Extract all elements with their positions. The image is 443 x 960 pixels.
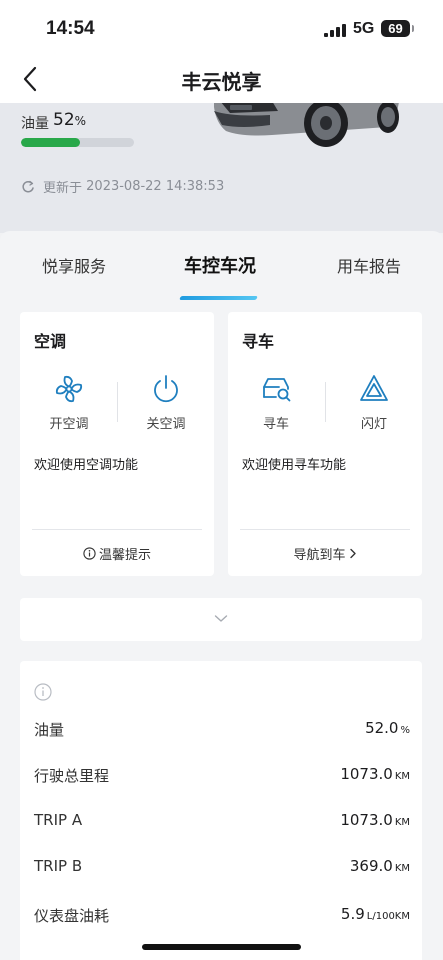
ac-off-button[interactable]: 关空调 <box>126 373 206 432</box>
info-icon[interactable] <box>34 683 52 701</box>
chevron-down-icon <box>214 615 228 622</box>
update-time: 2023-08-22 14:38:53 <box>86 179 225 194</box>
fuel-value: 52% <box>53 110 86 130</box>
status-bar: 14:54 5G 69 <box>0 0 443 56</box>
fuel-percent-unit: % <box>74 114 87 128</box>
status-time: 14:54 <box>46 18 95 39</box>
stat-number: 369.0 <box>349 857 393 875</box>
ac-card: 空调 开空调 关空调 欢迎使用空调功能 温馨提示 <box>20 312 214 576</box>
fan-icon <box>55 375 83 403</box>
ac-off-label: 关空调 <box>146 417 186 432</box>
stat-value: 1073.0 KM <box>340 811 410 829</box>
stat-value: 369.0 KM <box>350 857 410 875</box>
page-title: 丰云悦享 <box>181 70 262 94</box>
stat-unit: % <box>400 725 410 736</box>
stat-label: TRIP A <box>34 811 83 829</box>
update-status: 更新于 2023-08-22 14:38:53 <box>21 177 224 196</box>
info-icon <box>83 547 96 560</box>
tab-services[interactable]: 悦享服务 <box>42 253 106 277</box>
divider <box>117 382 118 422</box>
vehicle-stats-card: 油量 52.0% 行驶总里程 1073.0 KM TRIP A 1073.0 KM … <box>20 661 422 960</box>
stat-number: 5.9 <box>340 905 365 923</box>
stat-row-trip-b: TRIP B 369.0 KM <box>34 857 410 881</box>
update-prefix: 更新于 <box>43 181 83 196</box>
stat-row-trip-a: TRIP A 1073.0 KM <box>34 811 410 835</box>
hazard-icon <box>360 375 388 401</box>
fuel-label: 油量 <box>21 116 49 132</box>
divider <box>325 382 326 422</box>
divider <box>32 529 202 530</box>
stat-row-total-mileage: 行驶总里程 1073.0 KM <box>34 765 410 789</box>
nav-bar: 丰云悦享 <box>0 56 443 103</box>
stat-number: 1073.0 <box>340 765 393 783</box>
battery-icon: 69 <box>381 20 414 37</box>
stat-label: TRIP B <box>34 857 83 875</box>
fuel-progress-fill <box>21 138 80 147</box>
stat-label: 仪表盘油耗 <box>34 907 110 925</box>
signal-icon <box>324 24 346 37</box>
active-tab-indicator <box>179 296 258 300</box>
find-car-card: 寻车 寻车 闪灯 欢迎使用寻车功能 导航到车 <box>228 312 422 576</box>
ac-tips-label: 温馨提示 <box>98 548 151 563</box>
stat-value: 5.9 L/100KM <box>341 905 410 923</box>
stat-number: 52.0 <box>365 719 399 737</box>
chevron-right-icon <box>349 548 356 559</box>
stat-unit: KM <box>394 817 410 828</box>
ac-message: 欢迎使用空调功能 <box>34 458 139 473</box>
home-indicator[interactable] <box>142 944 301 950</box>
car-search-icon <box>263 378 291 402</box>
refresh-icon[interactable] <box>21 180 35 194</box>
network-type: 5G <box>353 20 375 37</box>
stat-value: 52.0% <box>365 719 410 737</box>
stat-row-fuel-consumption: 仪表盘油耗 5.9 L/100KM <box>34 905 410 929</box>
stat-label: 行驶总里程 <box>34 767 110 785</box>
navigate-to-car-link[interactable]: 导航到车 <box>228 544 422 563</box>
find-car-button[interactable]: 寻车 <box>236 373 316 432</box>
stat-number: 1073.0 <box>340 811 393 829</box>
ac-card-title: 空调 <box>34 332 67 351</box>
find-car-message: 欢迎使用寻车功能 <box>242 458 347 473</box>
power-icon <box>154 375 178 403</box>
stat-unit: L/100KM <box>366 911 410 922</box>
stat-row-fuel: 油量 52.0% <box>34 719 410 743</box>
find-car-card-title: 寻车 <box>242 332 275 351</box>
find-car-label: 寻车 <box>262 417 289 432</box>
navigate-to-car-label: 导航到车 <box>293 548 346 563</box>
stat-label: 油量 <box>34 721 65 739</box>
stat-value: 1073.0 KM <box>340 765 410 783</box>
flash-lights-button[interactable]: 闪灯 <box>334 373 414 432</box>
ac-on-button[interactable]: 开空调 <box>29 373 109 432</box>
tab-vehicle-control[interactable]: 车控车况 <box>184 252 256 278</box>
fuel-progress-bar <box>21 138 134 147</box>
expand-toggle[interactable] <box>20 598 422 641</box>
ac-on-label: 开空调 <box>49 417 89 432</box>
tab-bar: 悦享服务 车控车况 用车报告 <box>0 252 443 300</box>
vehicle-summary: 油量 52% 更新于 2023-08-22 14:38:53 <box>0 103 443 233</box>
ac-tips-link[interactable]: 温馨提示 <box>20 544 214 563</box>
stat-unit: KM <box>394 771 410 782</box>
car-image <box>214 103 399 147</box>
stat-unit: KM <box>394 863 410 874</box>
flash-lights-label: 闪灯 <box>360 417 387 432</box>
divider <box>240 529 410 530</box>
tab-usage-report[interactable]: 用车报告 <box>337 253 401 277</box>
fuel-percent: 52 <box>53 110 75 130</box>
